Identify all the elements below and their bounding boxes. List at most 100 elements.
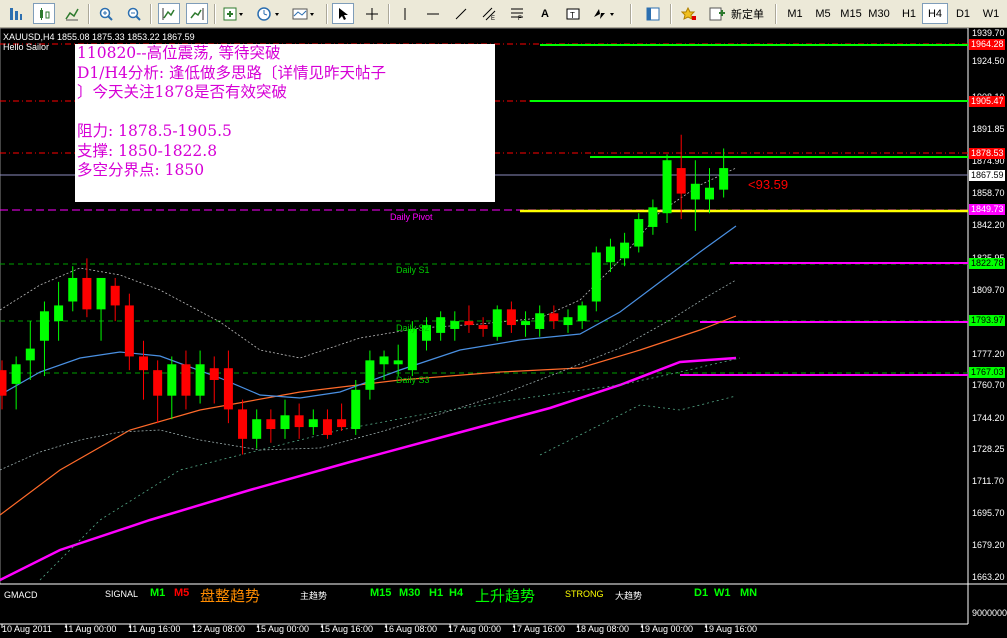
candlestick-chart-icon[interactable] xyxy=(33,3,55,24)
time-tick: 18 Aug 08:00 xyxy=(576,624,630,634)
daily-s1-label: Daily S1 xyxy=(396,265,430,275)
time-tick: 15 Aug 16:00 xyxy=(320,624,374,634)
price-tag: 1822.78 xyxy=(969,258,1005,269)
crosshair-icon[interactable] xyxy=(361,3,383,24)
candle-body xyxy=(393,360,403,365)
time-tick: 19 Aug 00:00 xyxy=(640,624,694,634)
vertical-line-icon[interactable] xyxy=(394,3,416,24)
svg-text:F: F xyxy=(518,16,522,21)
price-tick: 1842.20 xyxy=(972,220,1005,230)
mn-signal: MN xyxy=(740,587,758,599)
candle-body xyxy=(436,317,446,333)
candle-body xyxy=(308,419,318,428)
price-tick: 1760.70 xyxy=(972,380,1005,390)
analysis-note: 110820--高位震荡, 等待突破 D1/H4分析: 逢低做多思路〔详情见昨天… xyxy=(75,44,495,202)
new-order-button[interactable]: 新定单 xyxy=(708,3,770,24)
timeframe-d1-button[interactable]: D1 xyxy=(950,3,976,24)
horizontal-line-icon[interactable] xyxy=(422,3,444,24)
timeframe-m1-button[interactable]: M1 xyxy=(782,3,808,24)
candle-body xyxy=(605,246,615,263)
navigator-icon[interactable] xyxy=(642,3,664,24)
w1-signal: W1 xyxy=(714,587,731,599)
candle-body xyxy=(238,409,248,439)
timeframe-w1-button[interactable]: W1 xyxy=(978,3,1004,24)
equidistant-channel-icon[interactable]: E xyxy=(478,3,500,24)
gmacd-label: GMACD xyxy=(4,590,38,600)
candle-body xyxy=(252,419,262,439)
timeframe-m15-button[interactable]: M15 xyxy=(838,3,864,24)
candle-body xyxy=(209,368,219,380)
note-line xyxy=(77,103,495,123)
price-tick: 1711.70 xyxy=(972,476,1004,486)
time-tick: 19 Aug 16:00 xyxy=(704,624,758,634)
main-trend-label: 主趋势 xyxy=(300,591,328,601)
d1-signal: D1 xyxy=(694,587,709,599)
indicators-icon[interactable] xyxy=(220,3,248,24)
time-tick: 10 Aug 2011 xyxy=(2,624,52,634)
m30-signal: M30 xyxy=(399,587,421,599)
text-tool-icon[interactable]: A xyxy=(534,3,556,24)
trendline-icon[interactable] xyxy=(450,3,472,24)
candle-body xyxy=(662,160,672,214)
new-chart-icon[interactable] xyxy=(5,3,27,24)
price-tick: 1679.20 xyxy=(972,540,1005,550)
templates-icon[interactable] xyxy=(290,3,320,24)
candle-body xyxy=(280,415,290,430)
price-tag: 1767.03 xyxy=(969,367,1005,378)
candle-body xyxy=(549,313,559,322)
uptrend-label: 上升趋势 xyxy=(475,588,536,605)
candle-body xyxy=(11,364,21,384)
candle-body xyxy=(39,311,49,341)
timeframe-h4-button[interactable]: H4 xyxy=(922,3,948,24)
candle-body xyxy=(690,183,700,200)
line-chart-icon[interactable] xyxy=(61,3,83,24)
zoom-out-icon[interactable] xyxy=(123,3,145,24)
svg-text:T: T xyxy=(570,11,575,20)
price-tag: 1878.53 xyxy=(969,148,1005,159)
consolidation-trend: 盘整趋势 xyxy=(200,588,261,605)
timeframe-h1-button[interactable]: H1 xyxy=(896,3,922,24)
time-tick: 12 Aug 08:00 xyxy=(192,624,246,634)
chart-shift-icon[interactable] xyxy=(186,3,208,24)
m1-signal: M1 xyxy=(150,587,166,599)
candle-body xyxy=(648,207,658,227)
candle-body xyxy=(223,368,233,410)
candle-body xyxy=(634,219,644,247)
price-tick: 1695.70 xyxy=(972,508,1005,518)
time-tick: 11 Aug 00:00 xyxy=(64,624,117,634)
price-tag: 1964.28 xyxy=(969,39,1005,50)
candle-body xyxy=(563,317,573,326)
candle-body xyxy=(705,187,714,200)
price-tag: 1905.47 xyxy=(969,96,1005,107)
candle-body xyxy=(266,419,276,430)
price-tick: 1663.20 xyxy=(972,572,1005,582)
timeframe-m5-button[interactable]: M5 xyxy=(810,3,836,24)
timeframe-m30-button[interactable]: M30 xyxy=(866,3,892,24)
fibonacci-icon[interactable]: F xyxy=(506,3,528,24)
price-tag: 1793.97 xyxy=(969,315,1005,326)
note-line: 〕今天关注1878是否有效突破 xyxy=(77,83,287,101)
candle-body xyxy=(506,309,516,326)
zoom-in-icon[interactable] xyxy=(95,3,117,24)
price-tick: 1939.70 xyxy=(972,28,1005,38)
terminal-toolbar: E F A T 新定单 M1 M5 M15 M30 H1 H4 D1 W1 xyxy=(0,0,1007,28)
h1-signal: H1 xyxy=(429,587,444,599)
price-tick: 1809.70 xyxy=(972,285,1005,295)
candle-body xyxy=(577,305,587,322)
daily-pivot-label: Daily Pivot xyxy=(390,212,433,222)
candle-body xyxy=(676,168,686,194)
periods-clock-icon[interactable] xyxy=(254,3,286,24)
auto-scroll-icon[interactable] xyxy=(158,3,180,24)
candle-body xyxy=(96,277,106,310)
text-label-icon[interactable]: T xyxy=(562,3,584,24)
price-tick: 1924.50 xyxy=(972,56,1005,66)
expert-advisors-icon[interactable] xyxy=(678,3,700,24)
new-order-label: 新定单 xyxy=(731,8,764,21)
note-line: 支撑: 1850-1822.8 xyxy=(77,141,218,160)
candle-body xyxy=(0,370,7,396)
cursor-icon[interactable] xyxy=(332,3,354,24)
price-tag: 1849.73 xyxy=(969,204,1005,215)
candle-body xyxy=(379,356,389,365)
arrows-icon[interactable] xyxy=(590,3,620,24)
price-tick: 1891.85 xyxy=(972,124,1005,134)
